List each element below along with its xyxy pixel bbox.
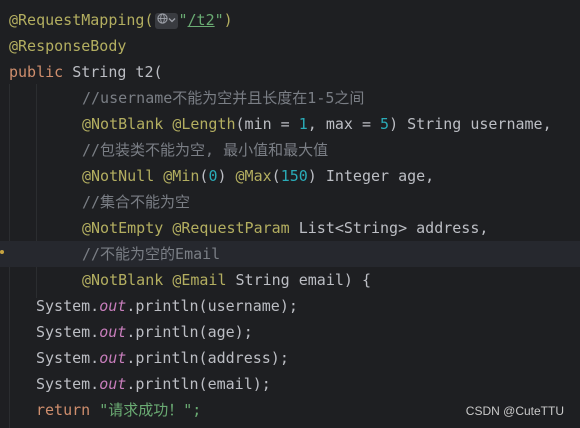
code-text: .println(username);: [126, 297, 298, 315]
url-inlay-hint[interactable]: [154, 12, 178, 29]
code-text: (: [271, 167, 281, 185]
annotation-token: @Min: [163, 167, 200, 185]
code-text: .println(age);: [126, 323, 253, 341]
code-line-15[interactable]: System.out.println(email);: [0, 371, 580, 397]
code-text: ): [217, 167, 236, 185]
chevron-down-icon: [168, 14, 176, 27]
comment-token: //username不能为空并且长度在1-5之间: [82, 89, 365, 107]
code-text: .println(address);: [126, 349, 289, 367]
annotation-token: @NotNull: [82, 167, 155, 185]
code-text: String email) {: [226, 271, 371, 289]
code-line-3[interactable]: public String t2(: [0, 59, 580, 85]
string-quote: ": [214, 11, 224, 29]
method-signature: String t2(: [63, 63, 163, 81]
annotation-token: @Max: [235, 167, 272, 185]
number-token: 1: [298, 115, 308, 133]
code-line-13[interactable]: System.out.println(age);: [0, 319, 580, 345]
code-text: System.: [36, 349, 100, 367]
code-text: System.: [36, 297, 100, 315]
comment-token: //集合不能为空: [82, 193, 191, 211]
code-text: , max =: [307, 115, 381, 133]
annotation-token: @Email: [172, 271, 227, 289]
code-text: .println(email);: [126, 375, 271, 393]
code-line-9[interactable]: @NotEmpty @RequestParam List<String> add…: [0, 215, 580, 241]
string-quote: ": [178, 11, 188, 29]
code-line-12[interactable]: System.out.println(username);: [0, 293, 580, 319]
comment-token: //不能为空的Email: [82, 245, 221, 263]
comment-token: //包装类不能为空, 最小值和最大值: [82, 141, 329, 159]
code-line-6[interactable]: //包装类不能为空, 最小值和最大值: [0, 137, 580, 163]
code-line-1[interactable]: @RequestMapping( "/t2"): [0, 7, 580, 33]
code-line-14[interactable]: System.out.println(address);: [0, 345, 580, 371]
annotation-token: @RequestParam: [172, 219, 290, 237]
annotation-token: @ResponseBody: [9, 37, 127, 55]
code-line-10-current[interactable]: //不能为空的Email: [0, 241, 580, 267]
field-token: out: [99, 349, 127, 367]
code-line-7[interactable]: @NotNull @Min(0) @Max(150) Integer age,: [0, 163, 580, 189]
field-token: out: [99, 323, 127, 341]
globe-icon: [156, 12, 168, 27]
keyword-token: public: [9, 63, 64, 81]
code-text: ) String username,: [389, 115, 552, 133]
watermark: CSDN @CuteTTU: [465, 404, 564, 418]
annotation-token: @NotBlank: [82, 271, 164, 289]
code-text: (min =: [235, 115, 299, 133]
code-line-4[interactable]: //username不能为空并且长度在1-5之间: [0, 85, 580, 111]
keyword-token: return: [36, 401, 91, 419]
code-text: System.: [36, 375, 100, 393]
number-token: 5: [380, 115, 390, 133]
code-editor[interactable]: @RequestMapping( "/t2") @ResponseBody pub…: [0, 0, 580, 428]
field-token: out: [99, 375, 127, 393]
paren-token: ): [223, 11, 233, 29]
code-line-5[interactable]: @NotBlank @Length(min = 1, max = 5) Stri…: [0, 111, 580, 137]
field-token: out: [99, 297, 127, 315]
annotation-token: @RequestMapping(: [9, 11, 154, 29]
annotation-token: @NotBlank: [82, 115, 164, 133]
code-line-2[interactable]: @ResponseBody: [0, 33, 580, 59]
number-token: 150: [280, 167, 308, 185]
annotation-token: @NotEmpty: [82, 219, 164, 237]
code-line-11[interactable]: @NotBlank @Email String email) {: [0, 267, 580, 293]
url-path-link[interactable]: /t2: [188, 11, 215, 29]
string-token: "请求成功！";: [99, 401, 202, 419]
code-text: System.: [36, 323, 100, 341]
code-line-8[interactable]: //集合不能为空: [0, 189, 580, 215]
code-text: ) Integer age,: [307, 167, 435, 185]
annotation-token: @Length: [172, 115, 236, 133]
gutter-marker: [0, 250, 4, 254]
code-text: List<String> address,: [289, 219, 489, 237]
